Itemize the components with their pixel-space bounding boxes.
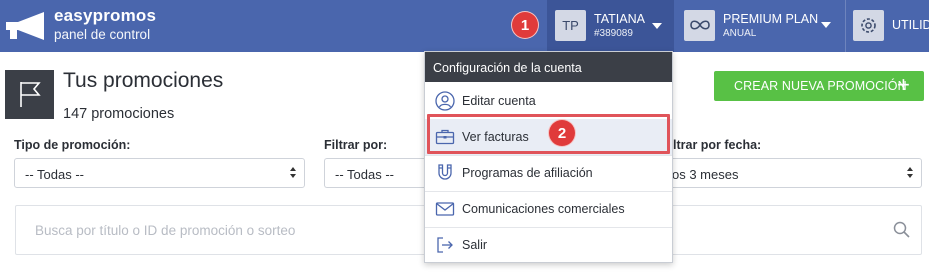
menu-item-commercial-communications[interactable]: Comunicaciones comerciales <box>425 191 672 227</box>
date-filter-select[interactable]: os 3 meses <box>660 158 922 188</box>
promotion-type-select[interactable]: -- Todas -- <box>14 158 305 188</box>
megaphone-icon <box>6 12 44 40</box>
user-name: TATIANA <box>594 12 645 26</box>
date-filter-label: ltrar por fecha: <box>673 138 762 152</box>
select-arrows-icon <box>907 166 915 182</box>
menu-item-label: Programas de afiliación <box>462 166 593 180</box>
plan-menu[interactable]: PREMIUM PLAN ANUAL <box>676 0 840 52</box>
step-1-badge: 1 <box>511 11 539 39</box>
gear-icon <box>853 10 884 41</box>
account-dropdown-menu: Configuración de la cuenta Editar cuenta… <box>424 51 673 263</box>
filter-by-select[interactable]: -- Todas -- <box>324 158 434 188</box>
promotion-type-value: -- Todas -- <box>25 167 84 182</box>
avatar: TP <box>555 10 586 41</box>
search-icon[interactable] <box>893 221 911 239</box>
infinity-icon <box>684 10 715 41</box>
dropdown-header: Configuración de la cuenta <box>425 52 672 82</box>
plan-name: PREMIUM PLAN <box>723 12 819 26</box>
user-id: #389089 <box>594 28 633 39</box>
brand-subtitle: panel de control <box>54 27 151 42</box>
menu-item-label: Editar cuenta <box>462 94 536 108</box>
utilities-menu[interactable]: UTILID <box>845 0 929 52</box>
plan-billing: ANUAL <box>723 28 757 39</box>
chevron-down-icon <box>821 22 831 28</box>
date-filter-value: os 3 meses <box>672 167 739 182</box>
brand-name: easypromos <box>54 6 157 25</box>
menu-item-label: Salir <box>462 238 488 252</box>
user-account-menu[interactable]: TP TATIANA #389089 <box>547 0 674 52</box>
search-placeholder: Busca por título o ID de promoción o sor… <box>35 223 296 238</box>
flag-icon <box>20 82 41 107</box>
page: easypromos panel de control 1 TP TATIANA… <box>0 0 929 275</box>
create-promotion-button[interactable]: CREAR NUEVA PROMOCIÓN + <box>714 71 924 101</box>
promotions-count: 147 promociones <box>63 106 175 122</box>
create-promotion-label: CREAR NUEVA PROMOCIÓN <box>734 79 907 93</box>
filter-by-value: -- Todas -- <box>335 167 394 182</box>
user-icon <box>435 91 455 111</box>
promotion-type-label: Tipo de promoción: <box>14 138 131 152</box>
top-navigation-bar: easypromos panel de control 1 TP TATIANA… <box>0 0 929 52</box>
envelope-icon <box>435 202 455 216</box>
promotions-section-icon <box>5 70 54 119</box>
menu-item-affiliate-programs[interactable]: Programas de afiliación <box>425 155 672 191</box>
menu-item-label: Comunicaciones comerciales <box>462 202 625 216</box>
magnet-icon <box>438 164 452 180</box>
dropdown-header-label: Configuración de la cuenta <box>433 61 582 75</box>
logout-icon <box>437 237 453 253</box>
plus-icon: + <box>897 72 910 97</box>
chevron-down-icon <box>652 23 662 29</box>
step-2-badge: 2 <box>548 119 576 147</box>
filter-by-label: Filtrar por: <box>324 138 388 152</box>
page-title: Tus promociones <box>63 69 224 92</box>
select-arrows-icon <box>290 166 298 182</box>
utilities-label: UTILID <box>892 18 929 32</box>
menu-item-logout[interactable]: Salir <box>425 227 672 263</box>
